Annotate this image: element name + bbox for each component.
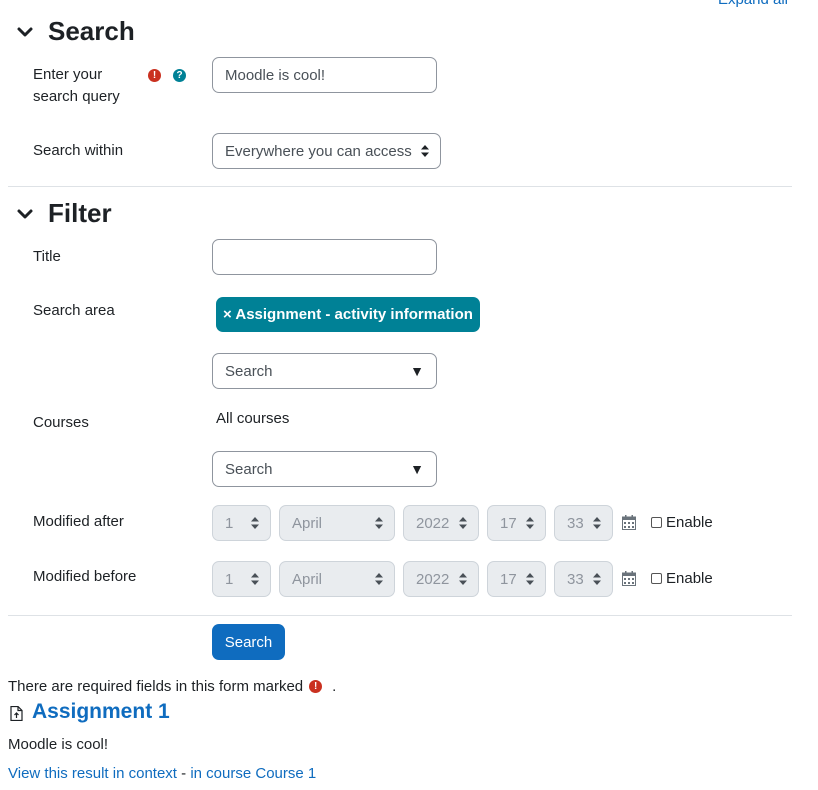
result-links: View this result in context - in course … xyxy=(8,765,316,782)
modified-before-day[interactable]: 1 xyxy=(212,561,271,597)
select-arrows-icon xyxy=(459,517,467,529)
required-icon: ! xyxy=(148,69,161,82)
modified-before-year[interactable]: 2022 xyxy=(403,561,479,597)
course-link[interactable]: in course Course 1 xyxy=(190,765,316,782)
result-title-link[interactable]: Assignment 1 xyxy=(32,700,170,724)
select-arrows-icon xyxy=(526,573,534,585)
file-icon xyxy=(10,706,23,721)
section-divider xyxy=(8,615,792,616)
courses-value: All courses xyxy=(216,410,290,427)
search-submit-button[interactable]: Search xyxy=(212,624,285,660)
modified-after-row: 1 April 2022 17 33 Enable xyxy=(0,505,818,541)
modified-before-hour[interactable]: 17 xyxy=(487,561,546,597)
calendar-icon[interactable] xyxy=(622,571,636,586)
modified-after-hour[interactable]: 17 xyxy=(487,505,546,541)
search-section-header[interactable]: Search xyxy=(14,16,135,47)
modified-after-year[interactable]: 2022 xyxy=(403,505,479,541)
query-label: Enter your search query xyxy=(33,66,120,105)
filter-section-header[interactable]: Filter xyxy=(14,198,112,229)
courses-search[interactable]: Search ▼ xyxy=(212,451,437,487)
title-input[interactable] xyxy=(212,239,437,275)
select-arrows-icon xyxy=(251,573,259,585)
caret-down-icon: ▼ xyxy=(410,461,424,477)
modified-after-enable[interactable]: Enable xyxy=(651,514,713,531)
chevron-down-icon xyxy=(17,27,33,36)
title-label: Title xyxy=(33,248,61,265)
section-divider xyxy=(8,186,792,187)
modified-before-minute[interactable]: 33 xyxy=(554,561,613,597)
link-separator: - xyxy=(181,765,187,782)
select-arrows-icon xyxy=(526,517,534,529)
select-arrows-icon xyxy=(593,573,601,585)
select-arrows-icon xyxy=(421,145,429,157)
courses-label: Courses xyxy=(33,414,89,431)
enable-checkbox[interactable] xyxy=(651,573,662,584)
modified-before-month[interactable]: April xyxy=(279,561,395,597)
search-section-title: Search xyxy=(48,16,135,46)
modified-before-row: 1 April 2022 17 33 Enable xyxy=(0,561,818,597)
search-within-select[interactable]: Everywhere you can access xyxy=(212,133,441,169)
search-query-input[interactable] xyxy=(212,57,437,93)
modified-after-month[interactable]: April xyxy=(279,505,395,541)
select-arrows-icon xyxy=(459,573,467,585)
chevron-down-icon xyxy=(17,209,33,218)
select-arrows-icon xyxy=(375,573,383,585)
search-area-chip[interactable]: × Assignment - activity information xyxy=(216,297,480,332)
required-icon: ! xyxy=(309,680,323,693)
expand-all-link[interactable]: Expand all xyxy=(718,0,788,8)
select-arrows-icon xyxy=(593,517,601,529)
help-icon[interactable]: ? xyxy=(173,69,186,82)
modified-after-day[interactable]: 1 xyxy=(212,505,271,541)
enable-checkbox[interactable] xyxy=(651,517,662,528)
select-arrows-icon xyxy=(375,517,383,529)
modified-after-minute[interactable]: 33 xyxy=(554,505,613,541)
search-within-label: Search within xyxy=(33,142,124,159)
required-fields-note: There are required fields in this form m… xyxy=(8,678,337,695)
view-in-context-link[interactable]: View this result in context xyxy=(8,765,177,782)
select-arrows-icon xyxy=(251,517,259,529)
modified-before-enable[interactable]: Enable xyxy=(651,570,713,587)
search-area-search[interactable]: Search ▼ xyxy=(212,353,437,389)
filter-section-title: Filter xyxy=(48,198,112,228)
result-snippet: Moodle is cool! xyxy=(8,736,109,753)
caret-down-icon: ▼ xyxy=(410,363,424,379)
calendar-icon[interactable] xyxy=(622,515,636,530)
search-area-label: Search area xyxy=(33,302,115,319)
